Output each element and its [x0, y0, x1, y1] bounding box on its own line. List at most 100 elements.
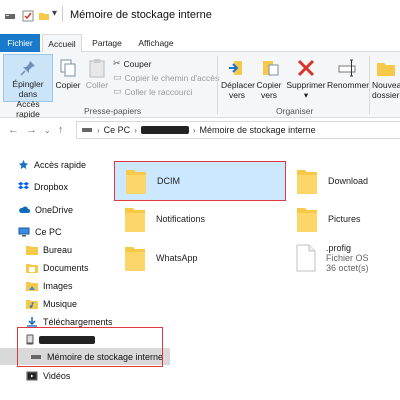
copy-path-label: Copier le chemin d'accès — [124, 72, 220, 83]
folder-icon — [26, 245, 38, 255]
properties-icon[interactable] — [22, 10, 34, 22]
new-folder-icon[interactable] — [38, 10, 50, 22]
images-icon — [26, 281, 38, 291]
rename-icon — [337, 58, 357, 78]
download-icon — [26, 316, 38, 327]
ribbon-tabs: Fichier Accueil Partage Affichage — [0, 34, 400, 53]
forward-arrow-icon[interactable]: → — [26, 124, 37, 136]
copy-to-button[interactable]: Copier vers — [254, 54, 284, 102]
breadcrumb-device-redacted[interactable] — [140, 126, 189, 134]
sidebar-item-documents[interactable]: Documents — [26, 259, 89, 276]
tab-fichier[interactable]: Fichier — [0, 34, 40, 52]
sidebar-item-label: Vidéos — [43, 370, 71, 381]
folder-icon — [296, 167, 318, 195]
folder-name: Notifications — [156, 214, 206, 224]
window-title: Mémoire de stockage interne — [70, 9, 212, 21]
folder-name: Pictures — [328, 214, 361, 224]
tab-affichage[interactable]: Affichage — [132, 34, 180, 52]
sidebar-item-label: Bureau — [43, 244, 73, 255]
title-divider — [62, 6, 63, 22]
sidebar-item-label: OneDrive — [35, 204, 74, 215]
rename-label: Renommer — [327, 80, 370, 90]
ribbon: Épingler dans Accès rapide Copier Coller… — [0, 52, 400, 119]
sidebar-item-label: Documents — [43, 262, 89, 273]
documents-icon — [26, 263, 38, 273]
move-to-button[interactable]: Déplacer vers — [221, 54, 255, 102]
breadcrumb-current[interactable]: Mémoire de stockage interne — [200, 125, 316, 135]
sidebar-item-label: Musique — [43, 298, 78, 309]
copy-button[interactable]: Copier — [54, 54, 82, 102]
sidebar-item-quick-access[interactable]: Accès rapide — [18, 156, 86, 173]
breadcrumb-separator-icon: › — [192, 125, 196, 135]
tab-accueil[interactable]: Accueil — [42, 34, 82, 53]
folder-name: WhatsApp — [156, 253, 198, 263]
sidebar-item-ce-pc[interactable]: Ce PC — [18, 223, 62, 240]
clipboard-group-label: Presse-papiers — [84, 106, 142, 116]
folder-item-dcim[interactable]: DCIM — [114, 161, 286, 201]
back-arrow-icon[interactable]: ← — [8, 124, 19, 136]
address-bar: ← → ⌄ ↑ › Ce PC › › Mémoire de stockage … — [0, 118, 400, 142]
sidebar-item-dropbox[interactable]: Dropbox — [18, 178, 68, 195]
delete-button[interactable]: Supprimer ▾ — [285, 54, 327, 102]
folder-icon — [124, 205, 146, 233]
move-to-label-2: vers — [228, 90, 246, 100]
folder-icon — [124, 244, 146, 272]
chevron-down-icon[interactable]: ▾ — [52, 8, 57, 19]
sidebar-item-musique[interactable]: Musique — [26, 295, 77, 312]
cloud-icon — [18, 205, 30, 214]
paste-button[interactable]: Coller — [84, 54, 110, 102]
sidebar-item-bureau[interactable]: Bureau — [26, 241, 72, 258]
file-list: DCIM Download Notifications Pictures Wha… — [110, 142, 400, 400]
new-folder-label-2: dossier — [372, 90, 400, 100]
new-folder-label-1: Nouveau — [372, 80, 400, 90]
breadcrumb-separator-icon: › — [134, 125, 137, 135]
copy-to-label-1: Copier — [256, 80, 282, 90]
paste-shortcut-button[interactable]: ▭ Coller le raccourci — [113, 86, 193, 97]
recent-chevron-icon[interactable]: ⌄ — [44, 126, 51, 135]
up-arrow-icon[interactable]: ↑ — [58, 124, 64, 136]
tab-partage[interactable]: Partage — [84, 34, 130, 52]
copy-path-button[interactable]: ▭ Copier le chemin d'accès — [113, 72, 219, 83]
rename-button[interactable]: Renommer — [327, 54, 370, 102]
drive-icon — [4, 10, 16, 22]
new-folder-icon — [376, 58, 395, 78]
ribbon-separator — [217, 56, 218, 114]
breadcrumb-ce-pc[interactable]: Ce PC — [104, 125, 131, 135]
copy-icon — [59, 58, 77, 78]
copy-label: Copier — [55, 80, 81, 90]
sidebar-item-onedrive[interactable]: OneDrive — [18, 201, 73, 218]
computer-icon — [18, 227, 30, 237]
sidebar-item-images[interactable]: Images — [26, 277, 73, 294]
folder-icon — [125, 167, 147, 195]
sidebar-item-label: Accès rapide — [34, 159, 87, 170]
paste-shortcut-icon: ▭ — [113, 86, 122, 96]
folder-item-whatsapp[interactable]: WhatsApp — [114, 241, 286, 275]
drive-icon — [81, 125, 93, 135]
video-icon — [26, 371, 38, 381]
clipboard-icon — [88, 58, 106, 78]
pin-icon — [19, 59, 37, 77]
sidebar-item-label: Dropbox — [34, 181, 69, 192]
folder-item-pictures[interactable]: Pictures — [290, 202, 400, 236]
sidebar-item-videos[interactable]: Vidéos — [26, 367, 70, 384]
cut-label: Couper — [123, 58, 152, 69]
sidebar-item-label: Ce PC — [35, 226, 62, 237]
file-size: 36 octet(s) — [326, 263, 369, 273]
sidebar-item-label: Images — [43, 280, 73, 291]
pin-label-line2: Accès rapide — [16, 99, 40, 119]
cut-button[interactable]: ✂ Couper — [113, 58, 151, 69]
delete-x-icon — [296, 58, 316, 78]
file-name: .profig — [326, 243, 352, 253]
folder-item-download[interactable]: Download — [290, 164, 400, 198]
file-icon — [296, 244, 316, 272]
folder-item-notifications[interactable]: Notifications — [114, 202, 286, 236]
folder-name: DCIM — [157, 176, 180, 186]
dropbox-icon — [18, 181, 29, 192]
pin-quick-access-button[interactable]: Épingler dans Accès rapide — [3, 54, 53, 119]
paste-label: Coller — [85, 80, 109, 90]
breadcrumb[interactable]: › Ce PC › › Mémoire de stockage interne — [76, 121, 400, 139]
file-item-profig[interactable]: .profig Fichier OS 36 octet(s) — [290, 238, 400, 278]
organize-group-label: Organiser — [276, 106, 314, 116]
new-folder-button[interactable]: Nouveau dossier — [372, 54, 400, 102]
star-icon — [18, 159, 29, 170]
